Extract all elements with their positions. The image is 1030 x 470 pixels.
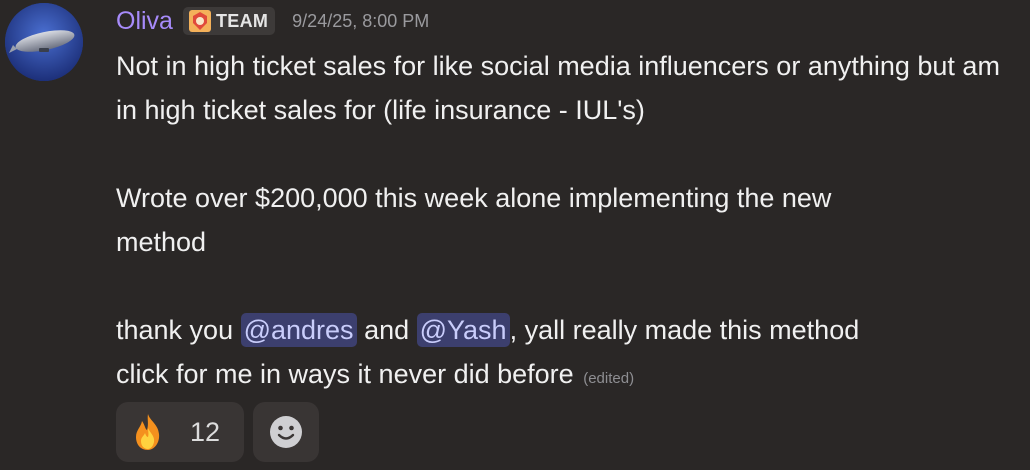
chat-message: Oliva TEAM 9/24/25, 8:00 PM Not in high …	[0, 0, 1030, 470]
reaction-count: 12	[190, 416, 221, 447]
airship-avatar-icon	[5, 3, 83, 81]
message-text: thank you	[116, 315, 241, 345]
add-reaction-icon	[270, 416, 302, 448]
avatar[interactable]	[5, 3, 83, 81]
message-paragraph: Wrote over $200,000 this week alone impl…	[116, 176, 1016, 264]
mention-yash[interactable]: @Yash	[416, 313, 510, 347]
message-paragraph: thank you @andres and @Yash, yall really…	[116, 308, 1016, 401]
mention-andres[interactable]: @andres	[240, 313, 357, 347]
username[interactable]: Oliva	[116, 7, 173, 36]
role-tag-label: TEAM	[215, 10, 269, 31]
role-tag[interactable]: TEAM	[182, 7, 276, 35]
message-text: click for me in ways it never did before	[116, 359, 574, 389]
message-text: and	[356, 315, 417, 345]
timestamp[interactable]: 9/24/25, 8:00 PM	[292, 11, 429, 32]
message-paragraph: Not in high ticket sales for like social…	[116, 51, 1000, 125]
message-header: Oliva TEAM 9/24/25, 8:00 PM	[116, 2, 429, 40]
reactions-bar: 12	[116, 402, 319, 462]
message-text: Wrote over $200,000 this week alone impl…	[116, 183, 832, 213]
edited-label: (edited)	[583, 370, 635, 387]
message-text: method	[116, 227, 207, 257]
message-content: Not in high ticket sales for like social…	[116, 44, 1016, 401]
fire-reaction[interactable]: 12	[116, 402, 244, 462]
badge-icon	[188, 10, 211, 32]
fire-icon	[136, 414, 160, 450]
add-reaction-button[interactable]	[253, 402, 319, 462]
message-text: , yall really made this method	[509, 315, 860, 345]
